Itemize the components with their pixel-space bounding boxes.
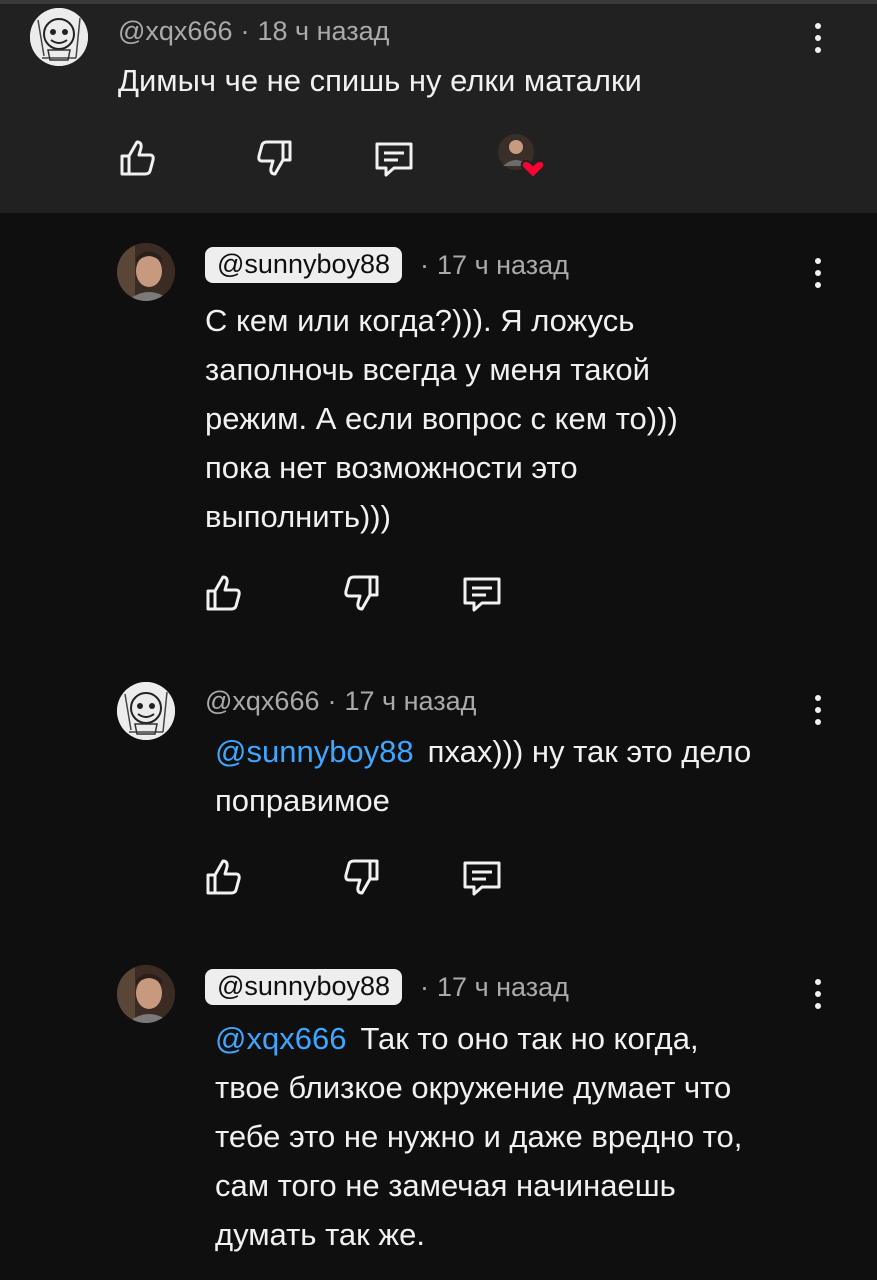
avatar[interactable] xyxy=(117,243,175,301)
reply-icon[interactable] xyxy=(460,855,504,899)
mention-link[interactable]: @sunnyboy88 xyxy=(215,734,414,769)
photo-avatar-icon xyxy=(117,965,175,1023)
meta-separator: · xyxy=(420,249,430,280)
comment-meta: @sunnyboy88 · 17 ч назад xyxy=(205,247,569,283)
mention-link[interactable]: @xqx666 xyxy=(215,1021,346,1056)
photo-avatar-icon xyxy=(117,243,175,301)
comment-meta: @xqx666 · 18 ч назад xyxy=(118,16,389,47)
thumb-down-icon[interactable] xyxy=(252,136,296,180)
comment-text: @sunnyboy88 пхах))) ну так это дело попра… xyxy=(215,727,751,825)
thumb-up-icon[interactable] xyxy=(116,136,160,180)
comment-actions xyxy=(202,855,522,903)
thumb-down-icon[interactable] xyxy=(339,855,383,899)
avatar[interactable] xyxy=(117,965,175,1023)
more-vertical-icon[interactable] xyxy=(808,974,828,1014)
reply-icon[interactable] xyxy=(460,571,504,615)
creator-heart-icon[interactable] xyxy=(496,132,548,184)
sketch-avatar-icon xyxy=(117,682,175,740)
timestamp[interactable]: 17 ч назад xyxy=(437,250,569,281)
parent-comment: @xqx666 · 18 ч назад Димыч че не спишь н… xyxy=(0,4,877,213)
comment-text: @xqx666 Так то оно так но когда, твое бли… xyxy=(215,1014,742,1259)
avatar[interactable] xyxy=(117,682,175,740)
meta-separator: · xyxy=(240,16,250,46)
thumb-up-icon[interactable] xyxy=(202,571,246,615)
comment-text: Димыч че не спишь ну елки маталки xyxy=(118,56,642,105)
comment-meta: @xqx666 · 17 ч назад xyxy=(205,686,476,717)
comment-meta: @sunnyboy88 · 17 ч назад xyxy=(205,969,569,1005)
comment-actions xyxy=(202,571,522,619)
thumb-down-icon[interactable] xyxy=(339,571,383,615)
timestamp[interactable]: 17 ч назад xyxy=(344,686,476,717)
meta-separator: · xyxy=(420,971,430,1002)
author-name[interactable]: @xqx666 xyxy=(205,686,319,717)
meta-separator: · xyxy=(327,686,337,716)
more-vertical-icon[interactable] xyxy=(808,253,828,293)
more-vertical-icon[interactable] xyxy=(808,690,828,730)
author-name[interactable]: @xqx666 xyxy=(118,16,232,47)
author-name[interactable]: @sunnyboy88 xyxy=(205,247,403,283)
avatar[interactable] xyxy=(30,8,88,66)
comment-text: С кем или когда?))). Я ложусь заполночь … xyxy=(205,296,678,541)
reply-icon[interactable] xyxy=(372,136,416,180)
author-name[interactable]: @sunnyboy88 xyxy=(205,969,403,1005)
comment-actions xyxy=(116,134,576,184)
thumb-up-icon[interactable] xyxy=(202,855,246,899)
sketch-avatar-icon xyxy=(30,8,88,66)
more-vertical-icon[interactable] xyxy=(808,18,828,58)
timestamp[interactable]: 17 ч назад xyxy=(437,972,569,1003)
comment-body: С кем или когда?))). Я ложусь заполночь … xyxy=(205,303,678,534)
timestamp[interactable]: 18 ч назад xyxy=(257,16,389,47)
comment-body: Димыч че не спишь ну елки маталки xyxy=(118,63,642,98)
